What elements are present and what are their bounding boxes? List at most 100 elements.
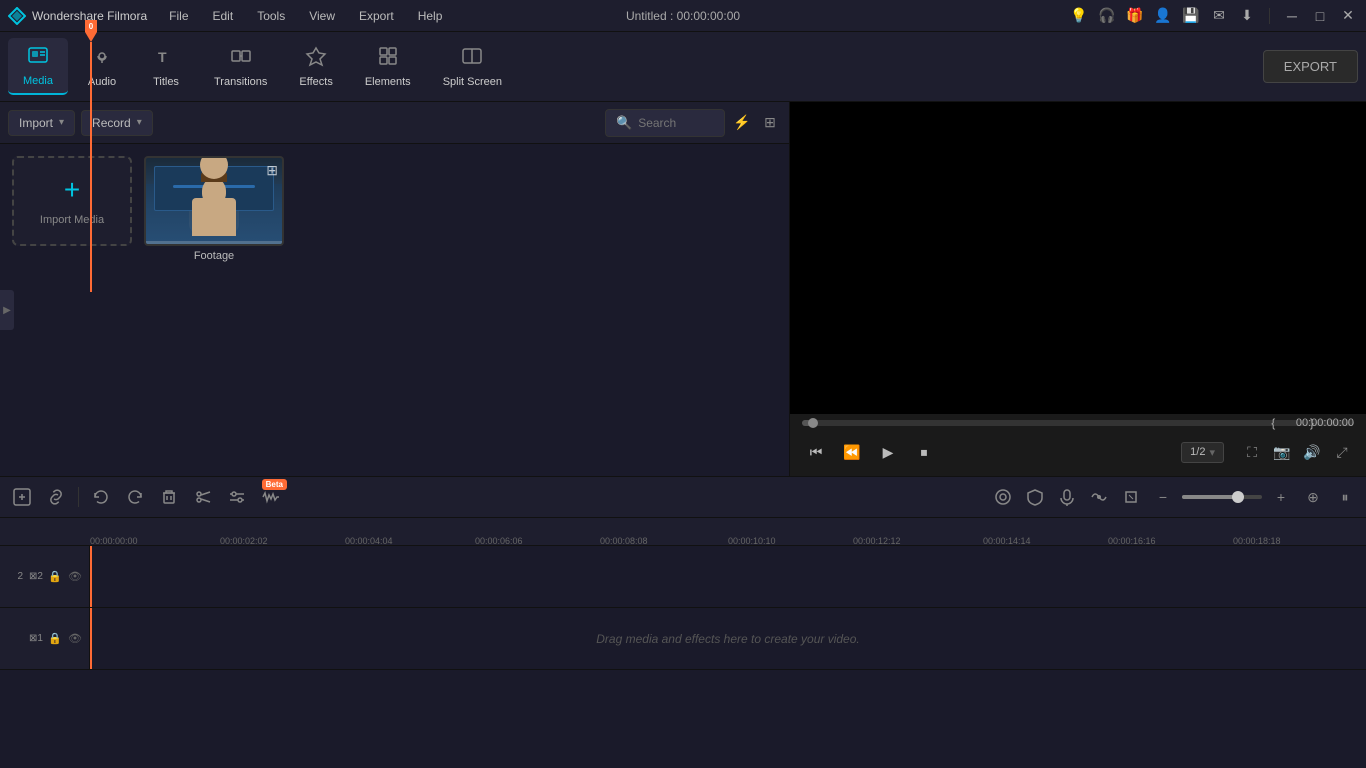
app-logo-icon <box>8 7 26 25</box>
search-box[interactable]: 🔍 <box>605 109 725 137</box>
quality-selector[interactable]: 1/2 ▾ <box>1181 442 1224 463</box>
headphone-icon[interactable]: 🎧 <box>1097 6 1117 26</box>
import-media-label: Import Media <box>40 214 104 226</box>
preview-progress-bar[interactable]: { } 00:00:00:00 <box>802 420 1354 426</box>
media-icon <box>27 44 49 71</box>
tab-audio[interactable]: Audio <box>72 39 132 94</box>
menu-edit[interactable]: Edit <box>203 7 244 25</box>
save-icon[interactable]: 💾 <box>1181 6 1201 26</box>
fit-to-window-icon[interactable]: ⊕ <box>1300 484 1326 510</box>
screenshot-icon[interactable]: 📷 <box>1270 440 1294 464</box>
elements-icon <box>377 45 399 72</box>
in-point-marker[interactable]: { <box>1271 416 1275 430</box>
playback-controls: ⏮ ⏪ ▶ ⏹ 1/2 ▾ ⛶ 📷 🔊 ⤢ <box>802 434 1354 470</box>
ruler-mark-1: 00:00:02:02 <box>220 536 268 546</box>
media-item-footage[interactable]: ⊞ Footage <box>144 156 284 262</box>
tab-transitions[interactable]: Transitions <box>200 39 281 94</box>
tab-transitions-label: Transitions <box>214 76 267 88</box>
transitions-icon <box>230 45 252 72</box>
track-1-label: ⊠1 <box>29 633 43 644</box>
minimize-button[interactable]: ─ <box>1282 6 1302 26</box>
shield-icon[interactable] <box>1022 484 1048 510</box>
footage-thumbnail[interactable]: ⊞ <box>144 156 284 246</box>
voice-tune-icon[interactable] <box>1086 484 1112 510</box>
bulb-icon[interactable]: 💡 <box>1069 6 1089 26</box>
zoom-handle[interactable] <box>1232 491 1244 503</box>
track-2-lock-icon[interactable]: 🔒 <box>47 569 63 585</box>
ruler-mark-7: 00:00:14:14 <box>983 536 1031 546</box>
search-input[interactable] <box>638 116 718 130</box>
redo-button[interactable] <box>121 483 149 511</box>
zoom-slider[interactable] <box>1182 495 1262 499</box>
zoom-out-icon[interactable]: − <box>1150 484 1176 510</box>
mic-icon[interactable] <box>1054 484 1080 510</box>
track-1-body[interactable]: Drag media and effects here to create yo… <box>90 608 1366 669</box>
menu-file[interactable]: File <box>159 7 198 25</box>
track-2-visibility-icon[interactable]: 👁 <box>67 569 83 585</box>
settings-button[interactable] <box>223 483 251 511</box>
window-controls: 💡 🎧 🎁 👤 💾 ✉ ⬇ ─ □ ✕ <box>1069 6 1358 26</box>
import-dropdown[interactable]: Import ▾ <box>8 110 75 136</box>
crop-icon[interactable] <box>1118 484 1144 510</box>
link-button[interactable] <box>42 483 70 511</box>
ruler-mark-5: 00:00:10:10 <box>728 536 776 546</box>
tab-elements-label: Elements <box>365 76 411 88</box>
track-row-2: 2 ⊠2 🔒 👁 <box>0 546 1366 608</box>
tab-effects[interactable]: Effects <box>285 39 346 94</box>
ruler-mark-2: 00:00:04:04 <box>345 536 393 546</box>
track-1-visibility-icon[interactable]: 👁 <box>67 631 83 647</box>
timeline-area: Beta <box>0 476 1366 768</box>
step-back-button[interactable]: ⏮ <box>802 438 830 466</box>
stop-button[interactable]: ⏹ <box>910 438 938 466</box>
pause-all-icon[interactable]: ⏸ <box>1332 484 1358 510</box>
zoom-in-icon[interactable]: + <box>1268 484 1294 510</box>
frame-back-button[interactable]: ⏪ <box>838 438 866 466</box>
window-title: Untitled : 00:00:00:00 <box>626 9 740 23</box>
mail-icon[interactable]: ✉ <box>1209 6 1229 26</box>
user-icon[interactable]: 👤 <box>1153 6 1173 26</box>
drag-hint: Drag media and effects here to create yo… <box>90 608 1366 669</box>
undo-button[interactable] <box>87 483 115 511</box>
menu-view[interactable]: View <box>299 7 345 25</box>
audio-wave-button[interactable]: Beta <box>257 483 285 511</box>
titles-icon: T <box>155 45 177 72</box>
export-button[interactable]: EXPORT <box>1263 50 1358 83</box>
filter-icon[interactable]: ⚡ <box>731 112 753 134</box>
record-dropdown[interactable]: Record ▾ <box>81 110 153 136</box>
download-icon[interactable]: ⬇ <box>1237 6 1257 26</box>
import-media-card[interactable]: + Import Media <box>12 156 132 246</box>
volume-icon[interactable]: 🔊 <box>1300 440 1324 464</box>
track-row-1: ⊠1 🔒 👁 Drag media and effects here to cr… <box>0 608 1366 670</box>
close-button[interactable]: ✕ <box>1338 6 1358 26</box>
fullscreen-preview-icon[interactable]: ⛶ <box>1240 440 1264 464</box>
track-2-label: 2 <box>17 571 23 582</box>
collapse-panel-button[interactable]: ▶ <box>0 290 14 330</box>
grid-view-icon[interactable]: ⊞ <box>759 112 781 134</box>
playhead <box>90 546 92 607</box>
maximize-button[interactable]: □ <box>1310 6 1330 26</box>
tab-elements[interactable]: Elements <box>351 39 425 94</box>
timeline-ruler: 00:00:00:00 00:00:02:02 00:00:04:04 00:0… <box>0 518 1366 546</box>
tab-titles[interactable]: T Titles <box>136 39 196 94</box>
track-2-body[interactable] <box>90 546 1366 607</box>
gift-icon[interactable]: 🎁 <box>1125 6 1145 26</box>
toolbar-separator-1 <box>78 487 79 507</box>
menu-tools[interactable]: Tools <box>247 7 295 25</box>
tab-media[interactable]: Media <box>8 38 68 95</box>
expand-icon[interactable]: ⤢ <box>1330 440 1354 464</box>
track-header-2: 2 ⊠2 🔒 👁 <box>0 546 90 607</box>
add-to-timeline-button[interactable] <box>8 483 36 511</box>
tab-split-screen[interactable]: Split Screen <box>429 39 516 94</box>
progress-handle[interactable] <box>808 418 818 428</box>
menu-help[interactable]: Help <box>408 7 453 25</box>
footage-thumb-inner <box>146 158 282 244</box>
menu-export[interactable]: Export <box>349 7 404 25</box>
beta-badge: Beta <box>262 479 287 490</box>
ruler-marks: 00:00:00:00 00:00:02:02 00:00:04:04 00:0… <box>90 518 1366 545</box>
scene-detect-icon[interactable] <box>990 484 1016 510</box>
delete-button[interactable] <box>155 483 183 511</box>
play-button[interactable]: ▶ <box>874 438 902 466</box>
track-1-lock-icon[interactable]: 🔒 <box>47 631 63 647</box>
cut-button[interactable] <box>189 483 217 511</box>
tab-split-screen-label: Split Screen <box>443 76 502 88</box>
